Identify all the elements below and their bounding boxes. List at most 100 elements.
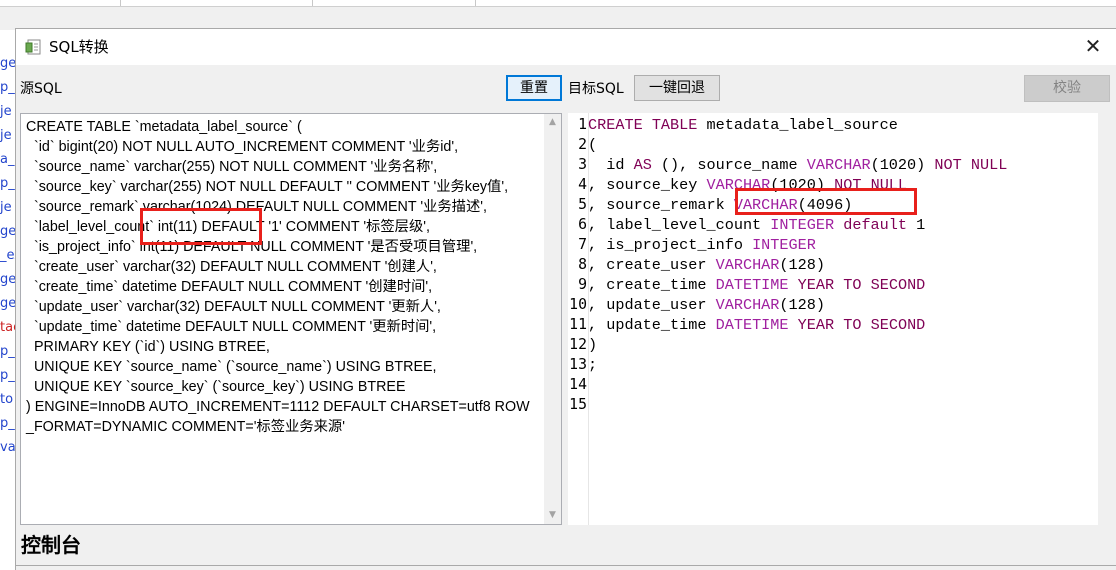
code-keyword-token: TO <box>843 316 862 334</box>
background-tree-fragment: vay <box>0 440 16 455</box>
code-token: , create_user <box>588 256 716 274</box>
code-keyword-token: SECOND <box>870 316 926 334</box>
code-token: , update_time <box>588 316 716 334</box>
code-token: (128) <box>779 256 825 274</box>
code-token: (128) <box>779 296 825 314</box>
source-sql-label: 源SQL <box>20 81 62 97</box>
code-token: , update_user <box>588 296 716 314</box>
rollback-button[interactable]: 一键回退 <box>634 75 720 101</box>
code-token: ) <box>588 336 598 354</box>
code-line: CREATE TABLE metadata_label_source <box>588 115 898 135</box>
close-icon[interactable]: ✕ <box>1070 29 1116 65</box>
code-line: , update_time DATETIME YEAR TO SECOND <box>588 315 925 335</box>
background-tree-fragment: ge <box>0 56 16 71</box>
code-token: , source_remark <box>588 196 734 214</box>
code-token: ; <box>588 356 598 374</box>
code-type-token: INTEGER <box>770 216 835 234</box>
background-tab-separator <box>475 0 476 6</box>
target-scrollbar[interactable] <box>1098 113 1116 525</box>
sql-convert-icon <box>25 39 41 55</box>
line-number: 4 <box>578 176 587 193</box>
background-tree-fragment: a_ <box>0 152 15 167</box>
target-sql-code[interactable]: CREATE TABLE metadata_label_source( id A… <box>588 113 1098 525</box>
code-line: ) <box>588 335 597 355</box>
line-number-gutter: 1 2 3 4 5 6 7 8 9 10 11 12 13 14 15 <box>568 113 589 525</box>
code-token: ( <box>588 136 598 154</box>
line-number: 12 <box>569 336 587 353</box>
background-tree-fragment: ge <box>0 296 16 311</box>
dialog-title: SQL转换 <box>49 38 109 56</box>
code-type-token: VARCHAR <box>715 256 780 274</box>
code-keyword-token: YEAR <box>797 276 835 294</box>
background-tree-fragment: _ex <box>0 248 16 263</box>
background-tree-fragment: tac <box>0 320 16 335</box>
code-type-token: VARCHAR <box>806 156 871 174</box>
scroll-up-arrow-icon[interactable]: ▲ <box>544 114 561 131</box>
code-token: , source_key <box>588 176 707 194</box>
code-keyword-token: AS <box>633 156 652 174</box>
scroll-down-arrow-icon[interactable]: ▼ <box>544 507 561 524</box>
source-sql-text[interactable]: CREATE TABLE `metadata_label_source` ( `… <box>26 117 532 437</box>
highlight-box-target-varchar <box>735 188 917 215</box>
console-divider <box>16 565 1116 566</box>
code-token: (1020) <box>870 156 935 174</box>
code-line: id AS (), source_name VARCHAR(1020) NOT … <box>588 155 1007 175</box>
code-line: , create_user VARCHAR(128) <box>588 255 825 275</box>
console-heading: 控制台 <box>21 533 81 557</box>
background-tab-separator <box>120 0 121 6</box>
code-token: (), source_name <box>651 156 807 174</box>
background-tree-fragment: p_ <box>0 416 15 431</box>
code-line: ; <box>588 355 597 375</box>
line-number: 7 <box>578 236 587 253</box>
target-sql-editor[interactable]: 1 2 3 4 5 6 7 8 9 10 11 12 13 14 15 CREATE TABLE metad… <box>568 113 1116 525</box>
code-keyword-token: SECOND <box>870 276 926 294</box>
line-number: 8 <box>578 256 587 273</box>
background-tree-fragment: je <box>0 104 12 119</box>
code-token: 1 <box>907 216 926 234</box>
reset-button[interactable]: 重置 <box>506 75 562 101</box>
verify-button[interactable]: 校验 <box>1024 75 1110 102</box>
code-token: , create_time <box>588 276 716 294</box>
code-token: , label_level_count <box>588 216 771 234</box>
background-tree-fragment: p_ <box>0 368 15 383</box>
background-tree-fragment: p_ <box>0 176 15 191</box>
background-tab-separator <box>312 0 313 6</box>
code-type-token: INTEGER <box>752 236 816 254</box>
code-line: , label_level_count INTEGER default 1 <box>588 215 925 235</box>
line-number: 6 <box>578 216 587 233</box>
source-sql-textarea[interactable]: CREATE TABLE `metadata_label_source` ( `… <box>20 113 562 525</box>
line-number: 3 <box>578 156 587 173</box>
line-number: 1 <box>578 116 587 133</box>
background-tree-fragment: p_ <box>0 344 15 359</box>
dialog-titlebar[interactable]: SQL转换 ✕ <box>16 29 1116 65</box>
code-token: , is_project_info <box>588 236 753 254</box>
line-number: 15 <box>569 396 587 413</box>
line-number: 5 <box>578 196 587 213</box>
code-keyword-token: TO <box>843 276 862 294</box>
code-token: metadata_label_source <box>697 116 898 134</box>
code-type-token: DATETIME <box>715 316 789 334</box>
code-keyword-token: NULL <box>970 156 1008 174</box>
code-line: , is_project_info INTEGER <box>588 235 816 255</box>
line-number: 9 <box>578 276 587 293</box>
background-tab-strip <box>0 0 1116 7</box>
background-tree-fragment: ge <box>0 272 16 287</box>
line-number: 11 <box>569 316 587 333</box>
line-number: 14 <box>569 376 587 393</box>
background-tree-fragment: p_ <box>0 80 15 95</box>
line-number: 2 <box>578 136 587 153</box>
source-scrollbar[interactable]: ▲ ▼ <box>544 114 561 524</box>
code-line: , create_time DATETIME YEAR TO SECOND <box>588 275 925 295</box>
background-tree-fragment: ge <box>0 224 16 239</box>
code-type-token: DATETIME <box>715 276 789 294</box>
code-keyword-token: default <box>843 216 908 234</box>
code-token: id <box>588 156 634 174</box>
